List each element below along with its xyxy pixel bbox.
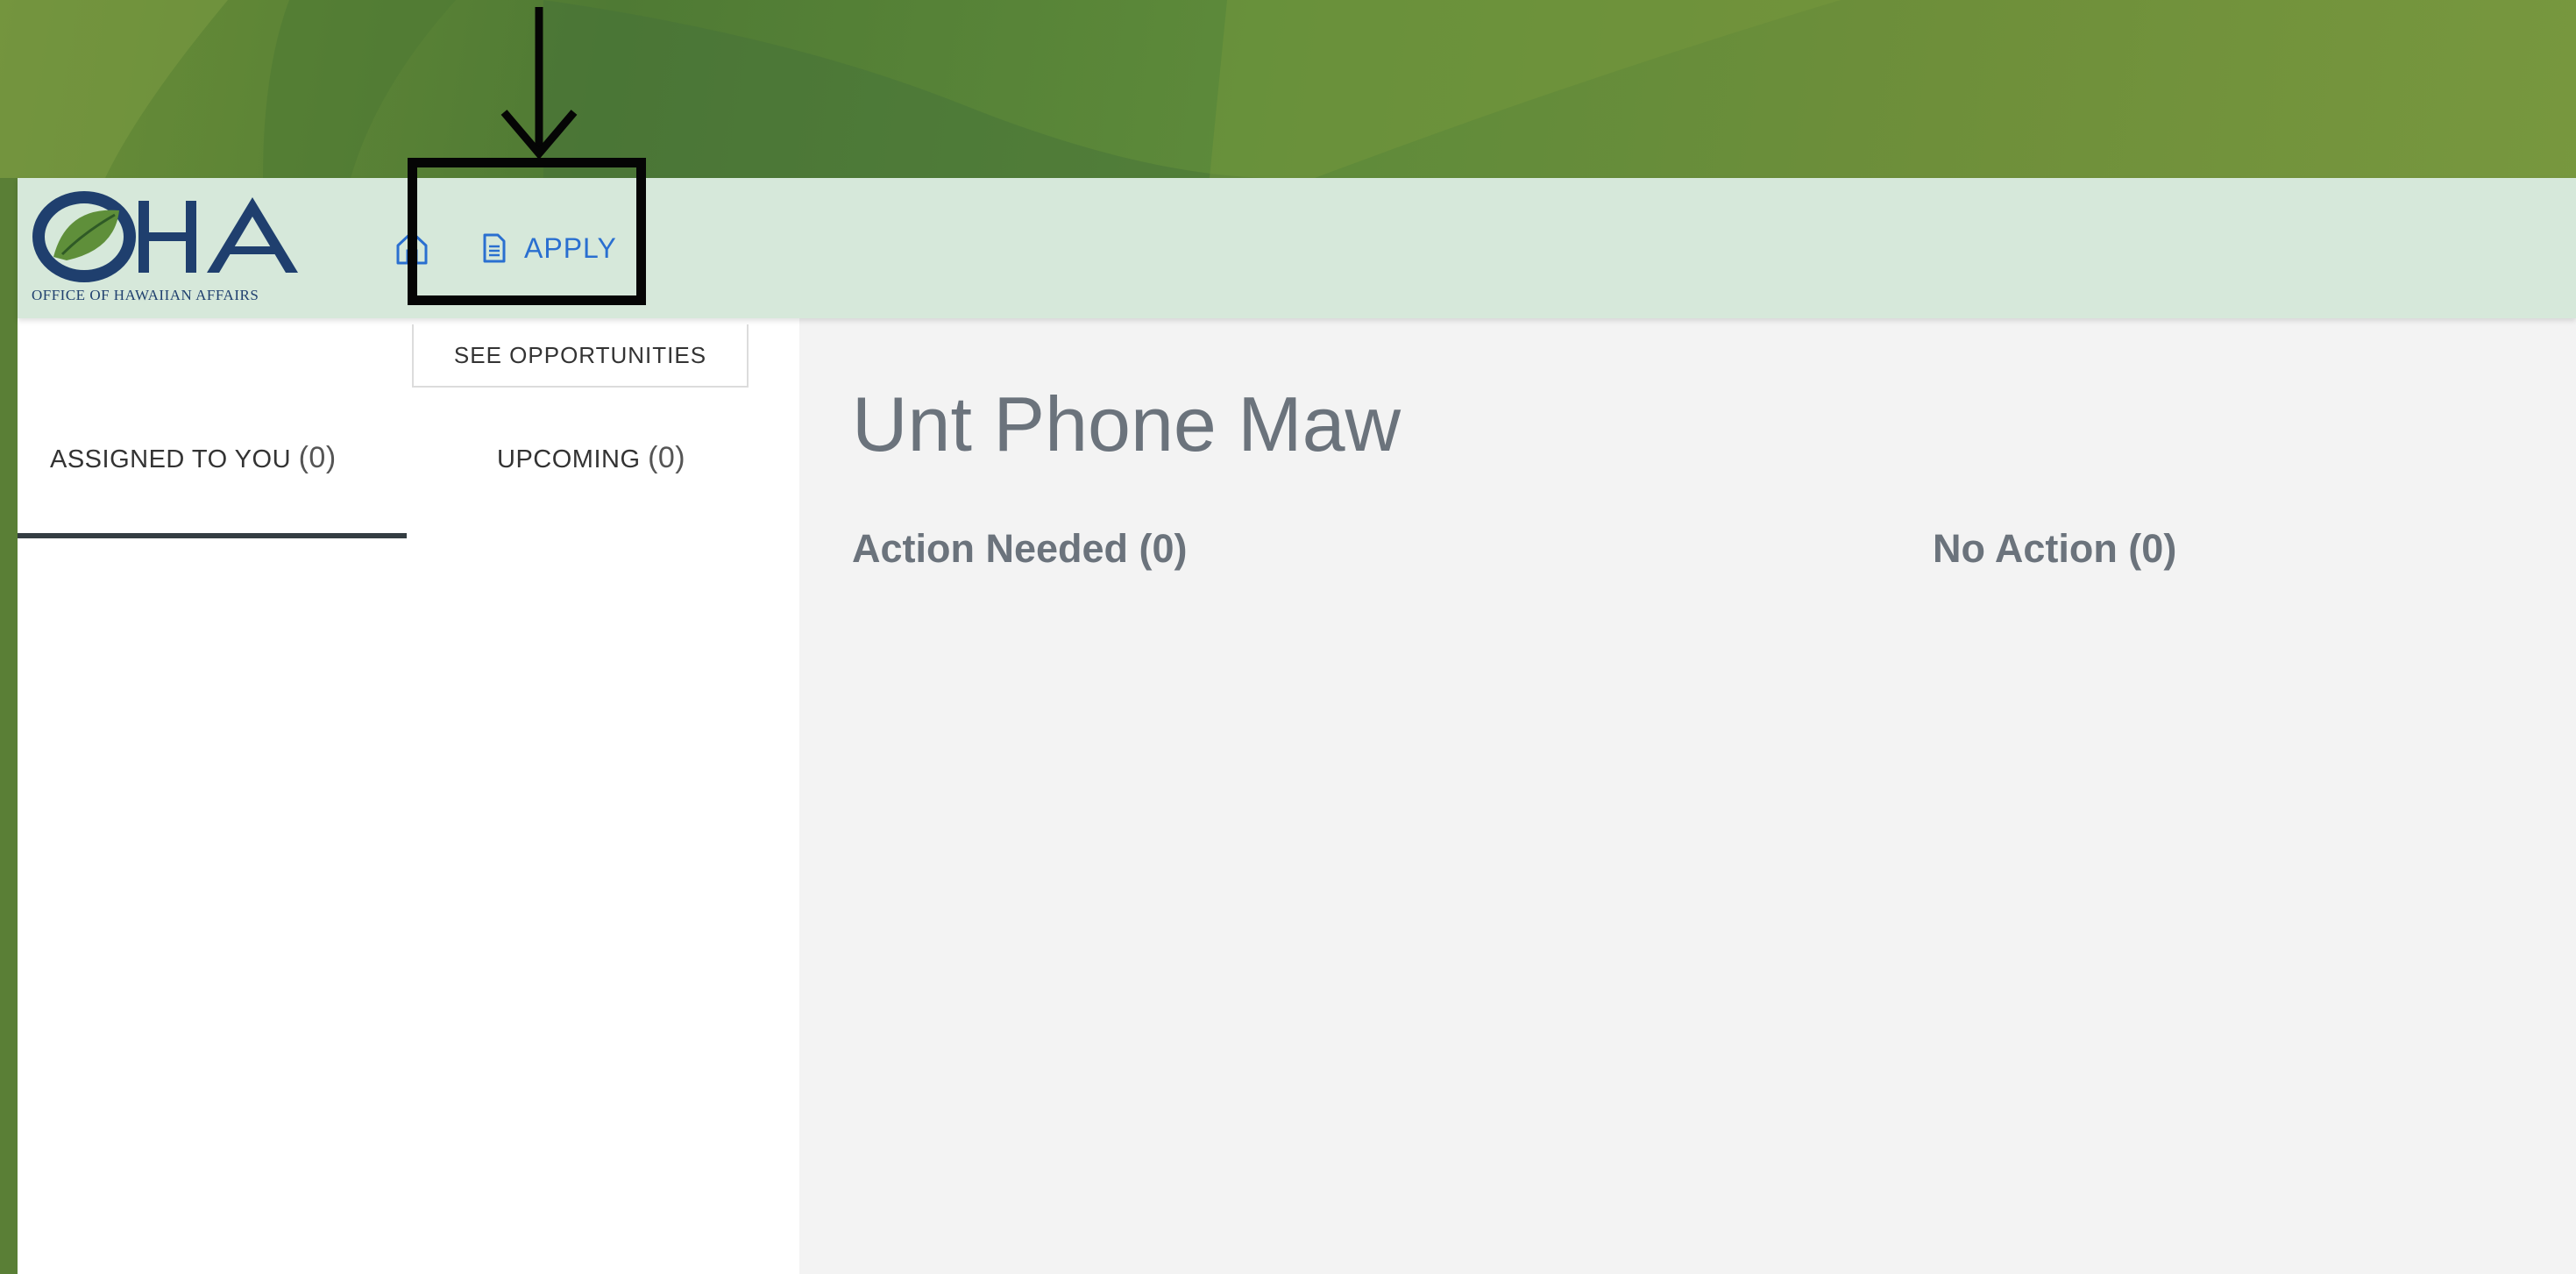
oha-logo-mark-icon xyxy=(32,191,298,282)
active-tab-indicator xyxy=(18,533,407,538)
no-action-heading: No Action (0) xyxy=(1933,526,2177,571)
action-needed-heading: Action Needed (0) xyxy=(852,526,1188,571)
tab-upcoming-label: UPCOMING xyxy=(497,445,641,473)
left-sidebar: SEE OPPORTUNITIES ASSIGNED TO YOU (0) UP… xyxy=(18,318,799,1274)
see-opportunities-button[interactable]: SEE OPPORTUNITIES xyxy=(412,324,749,388)
tab-assigned-to-you[interactable]: ASSIGNED TO YOU (0) xyxy=(50,441,441,520)
page-title: Unt Phone Maw xyxy=(852,381,1402,467)
annotation-arrow-icon xyxy=(500,7,578,160)
tab-assigned-label: ASSIGNED TO YOU xyxy=(50,445,292,473)
logo-caption: OFFICE OF HAWAIIAN AFFAIRS xyxy=(32,287,259,303)
app-window: OFFICE OF HAWAIIAN AFFAIRS APPLY SEE OPP… xyxy=(18,178,2576,1274)
top-navigation-bar: OFFICE OF HAWAIIAN AFFAIRS APPLY xyxy=(18,178,2576,318)
tab-assigned-count: (0) xyxy=(298,441,337,474)
tab-upcoming-count: (0) xyxy=(648,441,686,474)
tab-upcoming[interactable]: UPCOMING (0) xyxy=(497,441,685,520)
annotation-highlight-box xyxy=(408,158,646,305)
page: OFFICE OF HAWAIIAN AFFAIRS APPLY SEE OPP… xyxy=(0,0,2576,1274)
oha-logo[interactable]: OFFICE OF HAWAIIAN AFFAIRS xyxy=(32,189,338,311)
